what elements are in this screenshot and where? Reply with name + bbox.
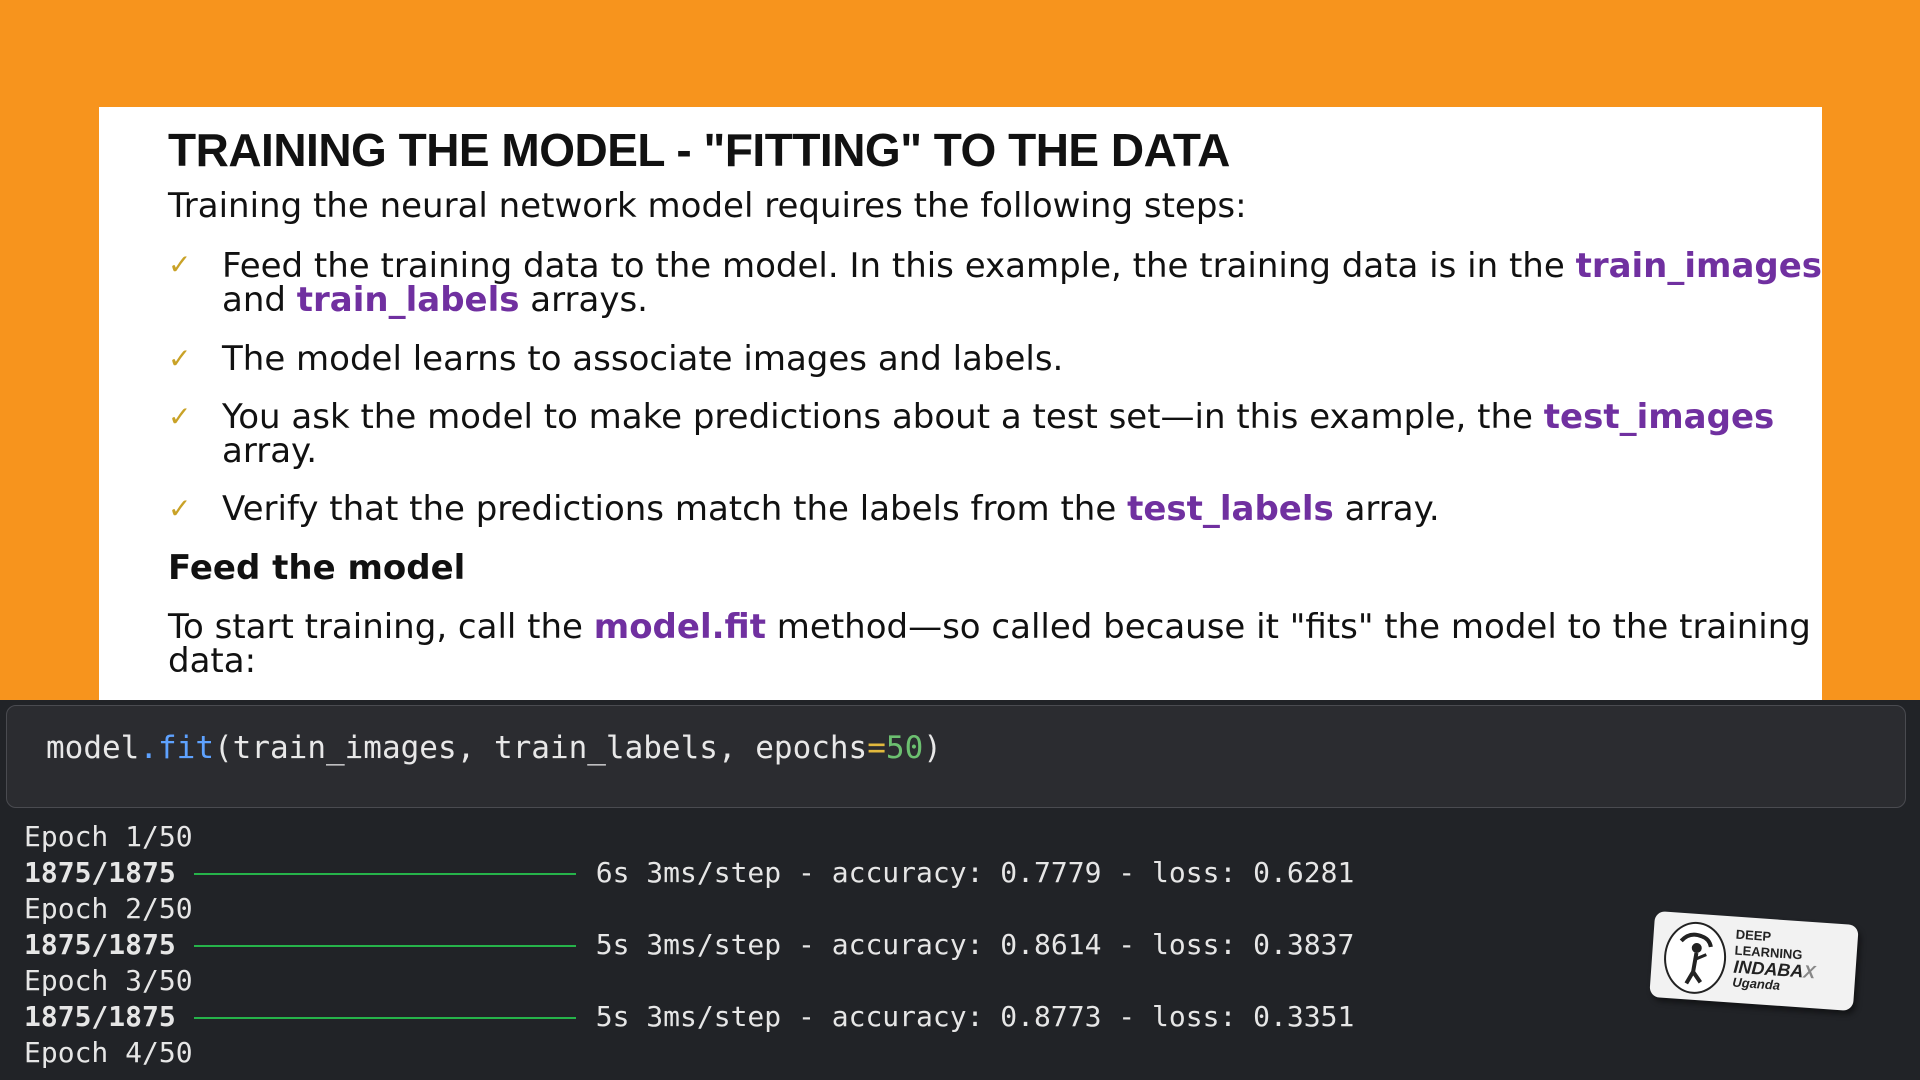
check-icon: ✓ <box>168 492 192 525</box>
epoch-stats: 5s 3ms/step - accuracy: 0.8614 - loss: 0… <box>595 928 1355 961</box>
logo-figure-icon <box>1661 919 1729 996</box>
progress-bar <box>193 873 576 875</box>
bullet-4-text-2: array. <box>1333 489 1440 529</box>
check-icon: ✓ <box>168 342 192 375</box>
output-epoch-4: Epoch 4/50 <box>24 1036 193 1069</box>
highlight-train-labels: train_labels <box>296 280 520 320</box>
check-icon: ✓ <box>168 248 192 281</box>
highlight-train-images: train_images <box>1575 246 1823 286</box>
output-epoch-3: Epoch 3/50 <box>24 964 193 997</box>
code-dot: . <box>139 730 158 766</box>
output-progress-1: 1875/1875 6s 3ms/step - accuracy: 0.7779 … <box>24 858 1354 888</box>
bullet-1-text-2: and <box>222 280 297 320</box>
code-close-paren: ) <box>923 730 942 766</box>
step-count: 1875/1875 <box>24 1000 176 1033</box>
slide-title: TRAINING THE MODEL - "FITTING" TO THE DA… <box>168 124 1230 176</box>
progress-bar <box>193 945 576 947</box>
check-icon: ✓ <box>168 400 192 433</box>
progress-bar <box>193 1017 576 1019</box>
subheading: Feed the model <box>168 548 466 588</box>
step-count: 1875/1875 <box>24 856 176 889</box>
bullet-1-line-1: Feed the training data to the model. In … <box>222 248 1822 284</box>
logo-text: DEEP LEARNING INDABAX Uganda <box>1732 927 1818 997</box>
code-line: model.fit(train_images, train_labels, ep… <box>46 730 942 766</box>
bullet-3-line-1: You ask the model to make predictions ab… <box>222 399 1774 435</box>
bullet-2: The model learns to associate images and… <box>222 339 1064 379</box>
bullet-4-text: Verify that the predictions match the la… <box>222 489 1128 529</box>
output-epoch-2: Epoch 2/50 <box>24 892 193 925</box>
epoch-stats: 6s 3ms/step - accuracy: 0.7779 - loss: 0… <box>595 856 1355 889</box>
indaba-logo: DEEP LEARNING INDABAX Uganda <box>1649 910 1859 1012</box>
code-object: model <box>46 730 140 766</box>
bullet-4: Verify that the predictions match the la… <box>222 491 1440 527</box>
highlight-model-fit: model.fit <box>593 607 766 647</box>
code-args: (train_images, train_labels, epochs <box>214 730 868 766</box>
highlight-test-labels: test_labels <box>1127 489 1334 529</box>
epoch-stats: 5s 3ms/step - accuracy: 0.8773 - loss: 0… <box>595 1000 1355 1033</box>
fit-text-2: method—so called because it "fits" the m… <box>765 607 1811 647</box>
highlight-test-images: test_images <box>1543 397 1775 437</box>
intro-text: Training the neural network model requir… <box>168 186 1247 226</box>
fit-text-line-2: data: <box>168 641 257 681</box>
bullet-1-line-2: and train_labels arrays. <box>222 282 648 318</box>
output-epoch-1: Epoch 1/50 <box>24 820 193 853</box>
bullet-1-text-3: arrays. <box>519 280 648 320</box>
bullet-3-text: You ask the model to make predictions ab… <box>222 397 1544 437</box>
code-function: fit <box>158 730 214 766</box>
code-operator: = <box>867 730 886 766</box>
step-count: 1875/1875 <box>24 928 176 961</box>
code-number: 50 <box>885 730 924 766</box>
fit-text-line-1: To start training, call the model.fit me… <box>168 609 1811 645</box>
output-progress-3: 1875/1875 5s 3ms/step - accuracy: 0.8773 … <box>24 1002 1354 1032</box>
output-progress-2: 1875/1875 5s 3ms/step - accuracy: 0.8614 … <box>24 930 1354 960</box>
logo-x-mark: X <box>1802 961 1817 983</box>
bullet-3-line-2: array. <box>222 431 318 471</box>
